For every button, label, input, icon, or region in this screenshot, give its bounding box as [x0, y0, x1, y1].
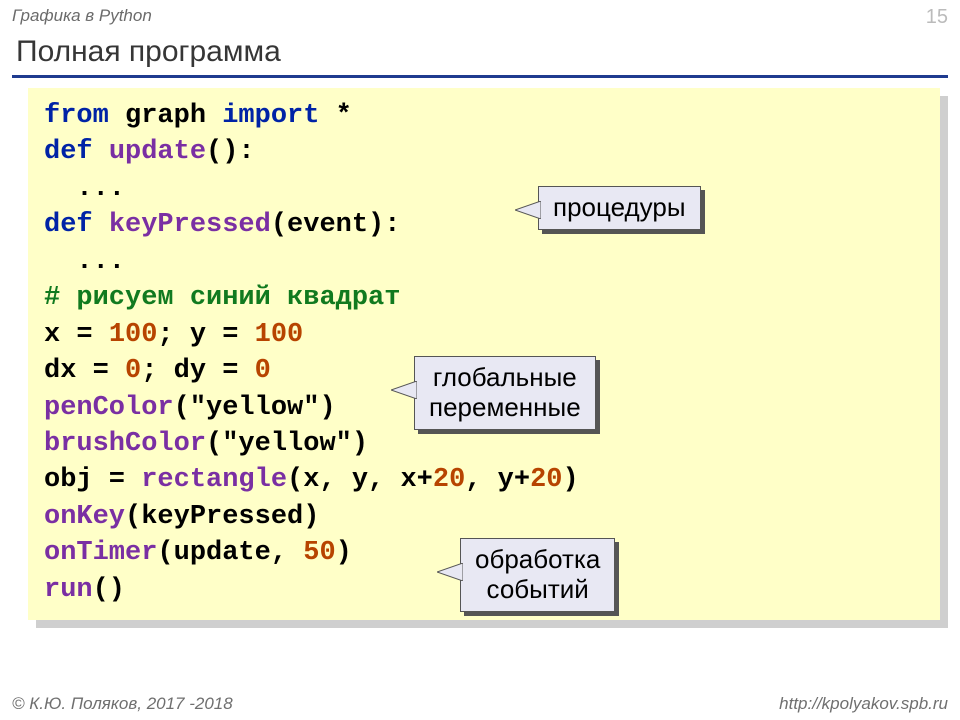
- pointer-icon: [437, 563, 463, 581]
- paren: (event):: [271, 210, 401, 240]
- slide-title: Полная программа: [0, 31, 960, 75]
- footer-url: http://kpolyakov.spb.ru: [779, 694, 948, 714]
- kw-from: from: [44, 101, 109, 131]
- fn-update: update: [109, 137, 206, 167]
- assign: x =: [44, 320, 109, 350]
- header-category: Графика в Python: [12, 6, 152, 29]
- assign: dx =: [44, 356, 125, 386]
- kw-def: def: [44, 137, 93, 167]
- assign: ; dy =: [141, 356, 254, 386]
- header-bar: Графика в Python 15: [0, 0, 960, 31]
- callout-text-l2: событий: [487, 574, 589, 604]
- assign: ; y =: [157, 320, 254, 350]
- paren: ():: [206, 137, 255, 167]
- arg: ): [336, 538, 352, 568]
- callout-globals: глобальные переменные: [414, 356, 596, 430]
- fn-brushcolor: brushColor: [44, 429, 206, 459]
- num: 20: [530, 465, 562, 495]
- ellipsis: ...: [44, 174, 125, 204]
- callout-events: обработка событий: [460, 538, 615, 612]
- comment: # рисуем синий квадрат: [44, 283, 400, 313]
- fn-pencolor: penColor: [44, 393, 174, 423]
- callout-text: процедуры: [553, 192, 686, 222]
- num: 100: [255, 320, 304, 350]
- num: 50: [303, 538, 335, 568]
- footer: © К.Ю. Поляков, 2017 -2018 http://kpolya…: [12, 694, 948, 714]
- callout-text-l1: обработка: [475, 544, 600, 574]
- fn-onkey: onKey: [44, 502, 125, 532]
- pointer-icon: [515, 201, 541, 219]
- pointer-icon: [391, 381, 417, 399]
- ellipsis: ...: [44, 247, 125, 277]
- arg: ): [563, 465, 579, 495]
- footer-copyright: © К.Ю. Поляков, 2017 -2018: [12, 694, 233, 714]
- fn-run: run: [44, 575, 93, 605]
- num: 0: [125, 356, 141, 386]
- num: 100: [109, 320, 158, 350]
- kw-import: import: [222, 101, 319, 131]
- assign: obj =: [44, 465, 141, 495]
- fn-rectangle: rectangle: [141, 465, 287, 495]
- callout-procedures: процедуры: [538, 186, 701, 230]
- arg: (keyPressed): [125, 502, 319, 532]
- num: 20: [433, 465, 465, 495]
- fn-keypressed: keyPressed: [109, 210, 271, 240]
- page-number: 15: [926, 6, 948, 29]
- num: 0: [255, 356, 271, 386]
- arg: ("yellow"): [174, 393, 336, 423]
- arg: (): [93, 575, 125, 605]
- callout-text-l1: глобальные: [433, 362, 577, 392]
- fn-ontimer: onTimer: [44, 538, 157, 568]
- title-underline: [12, 75, 948, 78]
- code-block: from graph import * def update(): ... de…: [28, 88, 940, 620]
- arg: ("yellow"): [206, 429, 368, 459]
- star: *: [336, 101, 352, 131]
- arg: (x, y, x+: [287, 465, 433, 495]
- arg: , y+: [465, 465, 530, 495]
- kw-def: def: [44, 210, 93, 240]
- arg: (update,: [157, 538, 303, 568]
- callout-text-l2: переменные: [429, 392, 581, 422]
- module-name: graph: [125, 101, 206, 131]
